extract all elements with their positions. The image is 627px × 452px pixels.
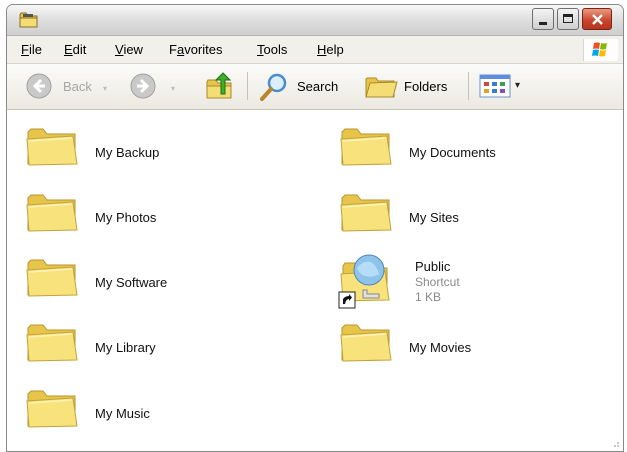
search-icon: [260, 73, 287, 101]
close-button[interactable]: [582, 8, 612, 30]
folder-item[interactable]: My Movies: [339, 320, 599, 364]
toolbar-separator: [247, 72, 248, 100]
shared-folder-shortcut-icon: [338, 254, 390, 309]
folder-item[interactable]: My Music: [25, 386, 285, 430]
menu-edit[interactable]: Edit: [64, 42, 86, 57]
back-arrow-icon: [26, 73, 52, 99]
item-label: My Library: [95, 340, 156, 355]
views-icon: [479, 74, 511, 98]
back-button[interactable]: Back ▾: [23, 70, 111, 102]
folder-icon: [25, 320, 79, 364]
up-folder-icon: [206, 72, 232, 99]
forward-arrow-icon: [130, 73, 156, 99]
menu-view[interactable]: View: [115, 42, 143, 57]
item-label: Public: [415, 259, 451, 274]
minimize-icon: [539, 22, 547, 25]
folder-item[interactable]: My Software: [25, 255, 285, 299]
item-type: Shortcut: [415, 275, 460, 289]
folder-icon: [25, 190, 79, 234]
folder-icon: [339, 320, 393, 364]
explorer-window: File Edit View Favorites Tools Help Back…: [6, 4, 624, 452]
forward-button[interactable]: ▾: [127, 70, 187, 102]
item-label: My Music: [95, 406, 150, 421]
folder-icon: [339, 190, 393, 234]
menu-tools[interactable]: Tools: [257, 42, 287, 57]
folders-button[interactable]: Folders: [362, 70, 462, 102]
folder-item[interactable]: My Photos: [25, 190, 285, 234]
folder-icon: [25, 124, 79, 168]
up-folder-button[interactable]: [203, 70, 239, 102]
item-label: My Backup: [95, 145, 160, 160]
menu-bar: File Edit View Favorites Tools Help: [7, 36, 623, 64]
maximize-button[interactable]: [557, 8, 579, 30]
windows-logo-icon: [583, 39, 618, 61]
file-list: My Backup My Documents My Photos My Site…: [7, 110, 623, 451]
shortcut-item[interactable]: Public Shortcut 1 KB: [333, 248, 603, 312]
item-label: My Movies: [409, 340, 472, 355]
item-size: 1 KB: [415, 290, 442, 304]
folder-icon: [339, 124, 393, 168]
menu-help[interactable]: Help: [317, 42, 344, 57]
menu-favorites[interactable]: Favorites: [169, 42, 222, 57]
close-icon: [592, 14, 603, 25]
folder-item[interactable]: My Sites: [339, 190, 599, 234]
folder-item[interactable]: My Library: [25, 320, 285, 364]
toolbar-separator: [468, 72, 469, 100]
standard-toolbar: Back ▾ ▾ Search Folders ▾: [7, 64, 623, 110]
item-label: My Documents: [409, 145, 496, 160]
folder-icon: [25, 386, 79, 430]
maximize-icon: [563, 14, 573, 23]
title-bar[interactable]: [7, 5, 623, 36]
views-button[interactable]: ▾: [477, 70, 527, 102]
item-label: My Photos: [95, 210, 157, 225]
folder-item[interactable]: My Documents: [339, 124, 599, 168]
folders-icon: [365, 77, 398, 98]
forward-dropdown-icon: ▾: [171, 84, 176, 93]
folder-icon: [25, 255, 79, 299]
item-label: My Software: [95, 275, 168, 290]
folder-item[interactable]: My Backup: [25, 124, 285, 168]
search-button[interactable]: Search: [257, 70, 353, 102]
minimize-button[interactable]: [532, 8, 554, 30]
folders-label: Folders: [404, 79, 448, 94]
back-label: Back: [63, 79, 92, 94]
folder-window-icon: [19, 12, 38, 28]
search-label: Search: [297, 79, 339, 94]
item-label: My Sites: [409, 210, 459, 225]
resize-grip-icon[interactable]: [610, 438, 620, 448]
back-dropdown-icon: ▾: [103, 84, 108, 93]
menu-file[interactable]: File: [21, 42, 42, 57]
views-dropdown-icon: ▾: [515, 80, 521, 91]
